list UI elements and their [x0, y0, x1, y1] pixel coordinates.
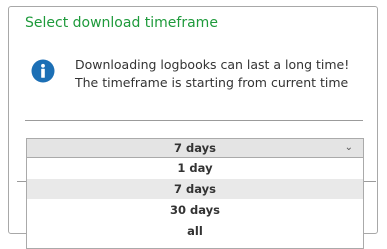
- info-line-2: The timeframe is starting from current t…: [75, 75, 349, 90]
- info-line-1: Downloading logbooks can last a long tim…: [75, 57, 350, 72]
- dialog-title: Select download timeframe: [25, 15, 218, 31]
- download-timeframe-dialog: Select download timeframe Downloading lo…: [8, 6, 378, 249]
- timeframe-option-all[interactable]: all: [27, 221, 363, 242]
- timeframe-option-1-day[interactable]: 1 day: [27, 158, 363, 179]
- footer-divider-right: [364, 181, 376, 182]
- timeframe-option-7-days[interactable]: 7 days: [27, 179, 363, 200]
- timeframe-dropdown-list: 1 day 7 days 30 days all: [26, 158, 364, 249]
- info-message: Downloading logbooks can last a long tim…: [75, 56, 349, 92]
- section-divider: [25, 120, 363, 121]
- timeframe-option-30-days[interactable]: 30 days: [27, 200, 363, 221]
- timeframe-select[interactable]: 7 days ⌄: [26, 138, 364, 158]
- info-circle-icon: [31, 59, 55, 83]
- chevron-down-icon[interactable]: ⌄: [345, 141, 353, 155]
- timeframe-select-value: 7 days: [174, 141, 216, 155]
